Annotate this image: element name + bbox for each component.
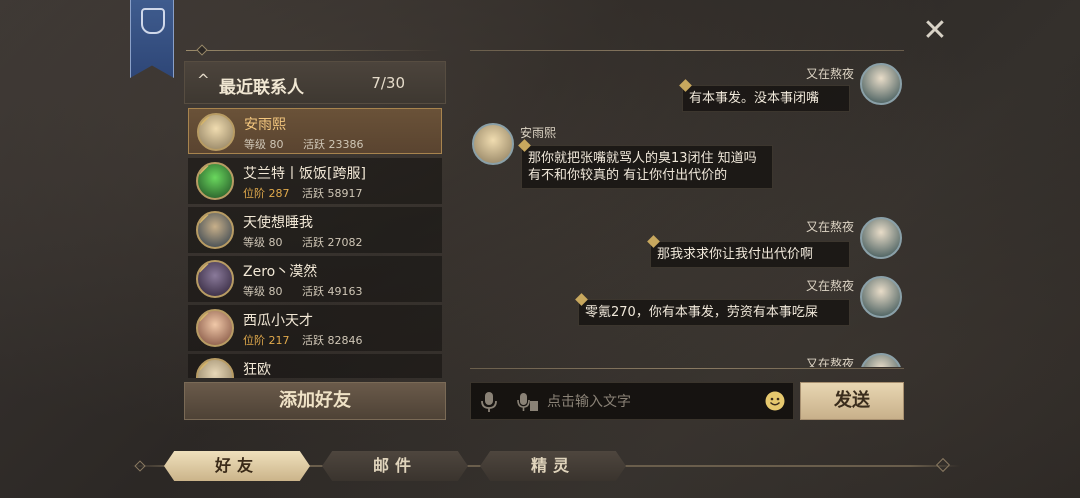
banner-emblem-icon xyxy=(141,8,165,34)
avatar xyxy=(860,353,902,367)
message-sender: 安雨熙 xyxy=(520,126,557,140)
guild-banner xyxy=(130,0,174,78)
avatar xyxy=(196,260,234,298)
chat-bubble: 那你就把张嘴就骂人的臭13闭住 知道吗 有不和你较真的 有让你付出代价的 xyxy=(518,139,773,189)
contact-name: 艾兰特丨饭饭[跨服] xyxy=(243,166,366,182)
bubble-tag-icon xyxy=(679,79,692,92)
contact-row[interactable]: 艾兰特丨饭饭[跨服] 位阶 287 活跃 58917 xyxy=(188,158,442,204)
avatar xyxy=(196,162,234,200)
contact-list[interactable]: 安雨熙 等级 80 活跃 23386 艾兰特丨饭饭[跨服] 位阶 287 活跃 … xyxy=(188,108,442,378)
message-text: 零氪270，你有本事发，劳资有本事吃屎 xyxy=(585,305,818,320)
message-sender: 又在熬夜 xyxy=(805,279,854,293)
add-friend-button[interactable]: 添加好友 xyxy=(184,382,446,420)
contact-row[interactable]: 安雨熙 等级 80 活跃 23386 xyxy=(188,108,442,154)
contact-name: 狂欧 xyxy=(243,362,271,378)
bubble-tag-icon xyxy=(647,235,660,248)
emoji-smile-icon[interactable] xyxy=(765,391,785,411)
message-text: 那你就把张嘴就骂人的臭13闭住 知道吗 有不和你较真的 有让你付出代价的 xyxy=(528,151,757,183)
chat-bubble: 有本事发。没本事闭嘴 xyxy=(679,79,850,112)
divider-ornament-icon xyxy=(196,44,208,56)
contact-level: 等级 80 xyxy=(243,236,283,249)
tab-mail[interactable]: 邮件 xyxy=(322,451,468,481)
contact-level: 位阶 217 xyxy=(243,334,290,347)
avatar xyxy=(860,63,902,105)
chat-bubble: 零氪270，你有本事发，劳资有本事吃屎 xyxy=(575,293,850,326)
tab-label: 精灵 xyxy=(530,456,575,475)
contact-level: 位阶 287 xyxy=(243,187,290,200)
bubble-tag-icon xyxy=(518,139,531,152)
voice-to-text-icon[interactable] xyxy=(517,391,539,413)
send-button[interactable]: 发送 xyxy=(800,382,904,420)
recent-contacts-header[interactable]: ^ 最近联系人 7/30 xyxy=(184,61,446,104)
contact-activity: 活跃 49163 xyxy=(302,285,363,298)
left-panel-divider xyxy=(186,50,442,51)
contact-row[interactable]: 西瓜小天才 位阶 217 活跃 82846 xyxy=(188,305,442,351)
chat-input-bar[interactable] xyxy=(470,382,794,420)
contact-activity: 活跃 58917 xyxy=(302,187,363,200)
contact-row[interactable]: 狂欧 xyxy=(188,354,442,378)
chat-bubble: 那我求求你让我付出代价啊 xyxy=(647,235,850,268)
tab-friends[interactable]: 好友 xyxy=(164,451,310,481)
chat-bottom-divider xyxy=(470,368,904,369)
avatar xyxy=(197,113,235,151)
bubble-tag-icon xyxy=(575,293,588,306)
avatar xyxy=(472,123,514,165)
contact-name: 天使想睡我 xyxy=(243,215,313,231)
message-sender: 又在熬夜 xyxy=(805,67,854,81)
chat-text-input[interactable] xyxy=(547,391,747,413)
tab-spirits[interactable]: 精灵 xyxy=(480,451,626,481)
contact-level: 等级 80 xyxy=(244,138,284,151)
contact-row[interactable]: Zero丶漠然 等级 80 活跃 49163 xyxy=(188,256,442,302)
tabs-ornament-left-icon xyxy=(134,460,146,472)
avatar xyxy=(196,358,234,378)
collapse-caret-icon[interactable]: ^ xyxy=(197,71,210,89)
microphone-icon[interactable] xyxy=(479,391,499,413)
message-text: 有本事发。没本事闭嘴 xyxy=(689,91,820,106)
message-sender: 又在熬夜 xyxy=(805,357,854,367)
contact-activity: 活跃 23386 xyxy=(303,138,364,151)
recent-contacts-title: 最近联系人 xyxy=(219,78,304,98)
message-sender: 又在熬夜 xyxy=(805,220,854,234)
close-button[interactable]: ✕ xyxy=(918,14,952,48)
contact-level: 等级 80 xyxy=(243,285,283,298)
contact-name: 西瓜小天才 xyxy=(243,313,313,329)
avatar xyxy=(860,217,902,259)
contact-activity: 活跃 82846 xyxy=(302,334,363,347)
contact-name: Zero丶漠然 xyxy=(243,264,318,280)
tabs-ornament-right-icon xyxy=(935,457,951,473)
tab-label: 邮件 xyxy=(372,456,417,475)
tab-label: 好友 xyxy=(214,456,259,475)
avatar xyxy=(196,309,234,347)
chat-message-area[interactable]: 又在熬夜 有本事发。没本事闭嘴 安雨熙 那你就把张嘴就骂人的臭13闭住 知道吗 … xyxy=(470,51,910,367)
avatar xyxy=(196,211,234,249)
recent-contacts-count: 7/30 xyxy=(371,74,405,92)
contact-activity: 活跃 27082 xyxy=(302,236,363,249)
message-text: 那我求求你让我付出代价啊 xyxy=(657,247,814,262)
avatar xyxy=(860,276,902,318)
contact-row[interactable]: 天使想睡我 等级 80 活跃 27082 xyxy=(188,207,442,253)
contact-name: 安雨熙 xyxy=(244,117,286,133)
